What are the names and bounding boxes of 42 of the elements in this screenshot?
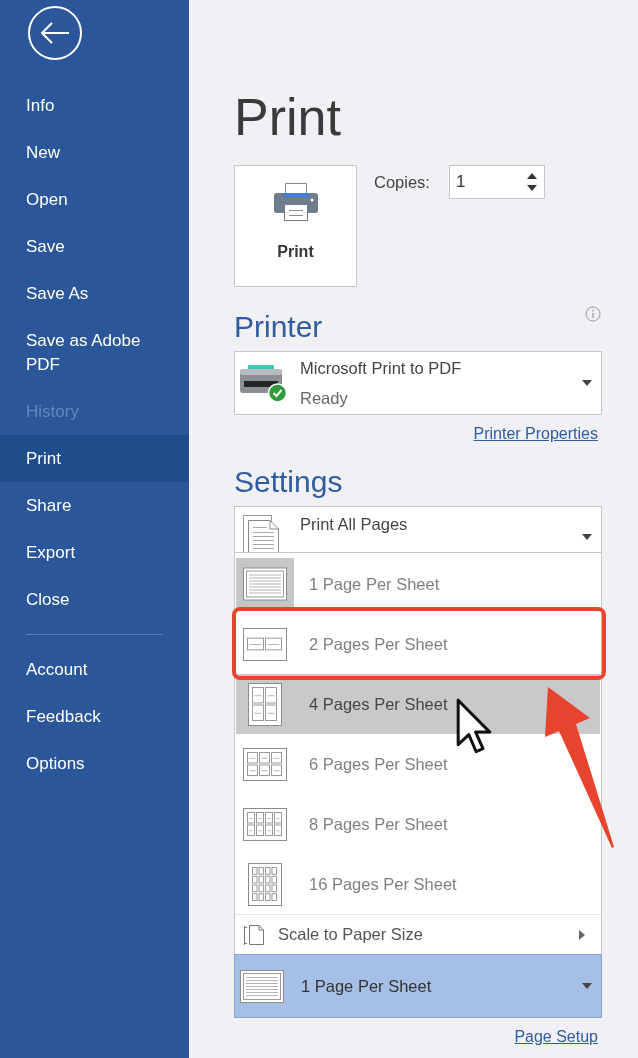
- sidebar-item[interactable]: Options: [0, 740, 189, 787]
- printer-name: Microsoft Print to PDF: [300, 358, 462, 379]
- copies-label: Copies:: [374, 172, 430, 193]
- sidebar-item[interactable]: Open: [0, 176, 189, 223]
- one-page-layout-icon: [240, 969, 284, 1003]
- page-title: Print: [234, 87, 341, 148]
- sidebar-item[interactable]: Account: [0, 646, 189, 693]
- printer-status: Ready: [300, 388, 349, 409]
- menu-item[interactable]: 16 Pages Per Sheet: [236, 854, 600, 914]
- print-button[interactable]: Print: [234, 165, 357, 287]
- mouse-cursor-icon: [456, 698, 492, 755]
- sidebar-item[interactable]: Feedback: [0, 693, 189, 740]
- caret-icon: [582, 380, 592, 386]
- menu-item[interactable]: 2 Pages Per Sheet: [236, 614, 600, 674]
- sidebar-item[interactable]: Print: [0, 435, 189, 482]
- print-range-dropdown[interactable]: Print All Pages: [234, 506, 602, 552]
- caret-icon: [582, 983, 592, 989]
- sidebar-item[interactable]: Close: [0, 576, 189, 623]
- sidebar-item[interactable]: Info: [0, 82, 189, 129]
- section-heading: Settings: [234, 464, 343, 500]
- back-button[interactable]: [28, 6, 82, 60]
- pages-per-sheet-dropdown[interactable]: 1 Page Per Sheet: [234, 954, 602, 1018]
- menu-item[interactable]: 6 Pages Per Sheet: [236, 734, 600, 794]
- sidebar-item[interactable]: Export: [0, 529, 189, 576]
- submenu-arrow-icon: [579, 929, 585, 940]
- sidebar-item[interactable]: Share: [0, 482, 189, 529]
- printer-ready-icon: [240, 363, 288, 403]
- menu-item[interactable]: 8 Pages Per Sheet: [236, 794, 600, 854]
- sidebar-item[interactable]: New: [0, 129, 189, 176]
- page-setup-link[interactable]: Page Setup: [514, 1025, 598, 1049]
- back-arrow-icon: [41, 22, 69, 44]
- sidebar-item[interactable]: Save As: [0, 270, 189, 317]
- copies-field[interactable]: 1: [448, 165, 545, 199]
- page-scale-icon: [243, 923, 265, 946]
- sidebar-item[interactable]: Save: [0, 223, 189, 270]
- printer-icon: [273, 183, 318, 221]
- printer-properties-link[interactable]: Printer Properties: [473, 422, 598, 446]
- menu-item[interactable]: 1 Page Per Sheet: [236, 554, 600, 614]
- sidebar-item[interactable]: Save as Adobe PDF: [0, 317, 189, 388]
- section-heading: Printer: [234, 309, 323, 345]
- printer-dropdown[interactable]: Microsoft Print to PDF Ready: [234, 351, 602, 415]
- caret-icon: [582, 534, 592, 540]
